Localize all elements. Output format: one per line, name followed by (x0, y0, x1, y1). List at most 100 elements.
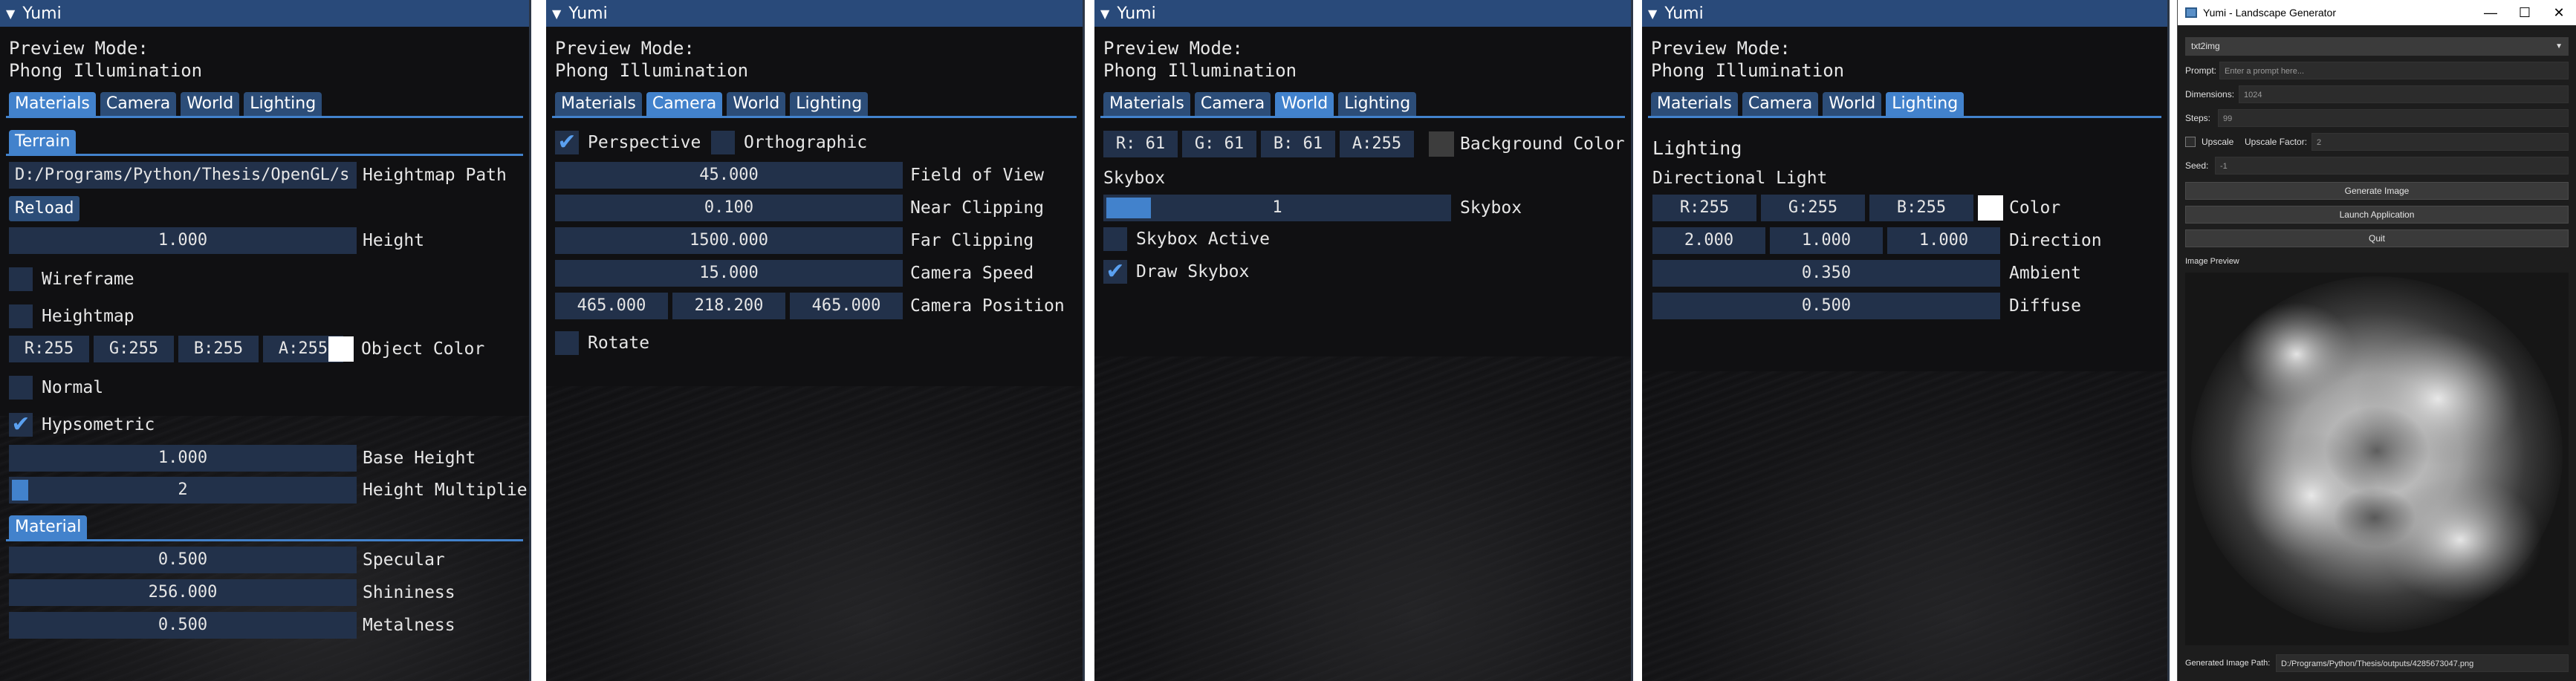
tab-world[interactable]: World (1275, 92, 1334, 116)
camera-speed-label: Camera Speed (910, 264, 1034, 283)
far-clipping-slider[interactable]: 1500.000 (555, 227, 903, 254)
background-color-b[interactable]: B: 61 (1261, 131, 1335, 157)
height-multiplier-grab[interactable] (12, 480, 28, 501)
draw-skybox-label: Draw Skybox (1136, 262, 1250, 281)
tab-world[interactable]: World (181, 92, 240, 116)
normal-checkbox[interactable] (9, 376, 33, 400)
skybox-grab[interactable] (1106, 198, 1151, 218)
tab-terrain[interactable]: Terrain (9, 130, 77, 154)
tab-world[interactable]: World (1823, 92, 1882, 116)
camera-speed-slider[interactable]: 15.000 (555, 260, 903, 287)
close-icon[interactable]: ✕ (2542, 0, 2576, 25)
mode-dropdown[interactable]: txt2img ▼ (2185, 37, 2569, 56)
reload-button[interactable]: Reload (9, 196, 80, 221)
launch-application-button[interactable]: Launch Application (2185, 206, 2569, 224)
background-color-g[interactable]: G: 61 (1182, 131, 1256, 157)
background-color-a[interactable]: A:255 (1340, 131, 1414, 157)
tab-materials[interactable]: Materials (1103, 92, 1190, 116)
tab-camera[interactable]: Camera (100, 92, 177, 116)
draw-skybox-checkbox[interactable]: ✔ (1103, 260, 1127, 284)
specular-slider[interactable]: 0.500 (9, 547, 357, 573)
lighting-panel: ▼ Yumi Preview Mode: Phong Illumination M… (1642, 0, 2170, 681)
ambient-slider[interactable]: 0.350 (1652, 260, 2000, 287)
window-titlebar[interactable]: ▼ Yumi (0, 0, 529, 27)
metalness-slider[interactable]: 0.500 (9, 612, 357, 639)
heightmap-checkbox[interactable] (9, 304, 33, 328)
collapse-triangle-icon[interactable]: ▼ (1648, 7, 1657, 21)
world-panel: ▼ Yumi Preview Mode: Phong Illumination M… (1094, 0, 1633, 681)
background-color-swatch[interactable] (1429, 131, 1454, 157)
steps-input[interactable]: 99 (2218, 109, 2569, 127)
skybox-slider[interactable]: 1 (1103, 195, 1451, 221)
collapse-triangle-icon[interactable]: ▼ (6, 7, 15, 21)
window-titlebar[interactable]: ▼ Yumi (546, 0, 1083, 27)
generated-path-input[interactable]: D:/Programs/Python/Thesis/outputs/428567… (2276, 654, 2569, 672)
upscale-label: Upscale (2202, 137, 2234, 147)
tab-lighting[interactable]: Lighting (1338, 92, 1417, 116)
preview-mode-value: Phong Illumination (1103, 60, 1297, 81)
diffuse-slider[interactable]: 0.500 (1652, 293, 2000, 319)
landscape-generator-window: Yumi - Landscape Generator — ☐ ✕ txt2img… (2177, 0, 2576, 681)
camera-position-y[interactable]: 218.200 (672, 293, 785, 319)
near-clipping-slider[interactable]: 0.100 (555, 195, 903, 221)
heightmap-path-input[interactable]: D:/Programs/Python/Thesis/OpenGL/s (9, 162, 357, 189)
generate-image-button[interactable]: Generate Image (2185, 182, 2569, 200)
collapse-triangle-icon[interactable]: ▼ (552, 7, 561, 21)
collapse-triangle-icon[interactable]: ▼ (1100, 7, 1109, 21)
seed-input[interactable]: -1 (2215, 157, 2569, 175)
direction-y[interactable]: 1.000 (1770, 227, 1883, 254)
object-color-g[interactable]: G:255 (94, 336, 174, 362)
far-clipping-label: Far Clipping (910, 231, 1034, 250)
camera-position-x[interactable]: 465.000 (555, 293, 668, 319)
background-color-r[interactable]: R: 61 (1103, 131, 1178, 157)
orthographic-checkbox[interactable] (711, 131, 735, 154)
object-color-label: Object Color (361, 339, 485, 359)
minimize-icon[interactable]: — (2473, 0, 2508, 25)
rotate-checkbox[interactable] (555, 331, 579, 355)
upscale-factor-input[interactable]: 2 (2311, 133, 2569, 151)
dimensions-input[interactable]: 1024 (2239, 85, 2569, 103)
tab-camera[interactable]: Camera (1194, 92, 1271, 116)
light-color-r[interactable]: R:255 (1652, 195, 1756, 221)
light-color-swatch[interactable] (1978, 195, 2003, 221)
tab-material[interactable]: Material (9, 515, 88, 539)
tab-lighting[interactable]: Lighting (244, 92, 322, 116)
ambient-label: Ambient (2009, 264, 2081, 283)
quit-button[interactable]: Quit (2185, 229, 2569, 247)
hypsometric-checkbox[interactable]: ✔ (9, 413, 33, 437)
tab-lighting[interactable]: Lighting (1886, 92, 1965, 116)
object-color-r[interactable]: R:255 (9, 336, 89, 362)
window-titlebar[interactable]: ▼ Yumi (1642, 0, 2167, 27)
mode-selected: txt2img (2191, 41, 2220, 51)
tab-materials[interactable]: Materials (9, 92, 96, 116)
tab-materials[interactable]: Materials (1651, 92, 1738, 116)
object-color-b[interactable]: B:255 (178, 336, 259, 362)
window-titlebar[interactable]: ▼ Yumi (1094, 0, 1631, 27)
skybox-active-checkbox[interactable] (1103, 227, 1127, 251)
base-height-slider[interactable]: 1.000 (9, 445, 357, 472)
fov-slider[interactable]: 45.000 (555, 162, 903, 189)
light-color-b[interactable]: B:255 (1869, 195, 1973, 221)
height-multiplier-slider[interactable]: 2 (9, 477, 357, 504)
prompt-input[interactable]: Enter a prompt here... (2219, 62, 2569, 79)
tab-bar: Materials Camera World Lighting (1651, 92, 1965, 116)
tab-world[interactable]: World (727, 92, 786, 116)
tab-camera[interactable]: Camera (1742, 92, 1819, 116)
shininess-slider[interactable]: 256.000 (9, 579, 357, 606)
perspective-checkbox[interactable]: ✔ (555, 131, 579, 154)
camera-position-z[interactable]: 465.000 (790, 293, 903, 319)
upscale-checkbox[interactable] (2185, 137, 2196, 147)
wireframe-checkbox[interactable] (9, 267, 33, 291)
terrain-background (546, 386, 1083, 681)
object-color-swatch[interactable] (328, 336, 354, 362)
window-titlebar[interactable]: Yumi - Landscape Generator — ☐ ✕ (2178, 0, 2576, 25)
tab-lighting[interactable]: Lighting (790, 92, 869, 116)
direction-x[interactable]: 2.000 (1652, 227, 1765, 254)
height-slider[interactable]: 1.000 (9, 227, 357, 254)
direction-z[interactable]: 1.000 (1887, 227, 2000, 254)
tab-camera[interactable]: Camera (646, 92, 723, 116)
preview-mode-value: Phong Illumination (9, 60, 203, 81)
maximize-icon[interactable]: ☐ (2508, 0, 2542, 25)
tab-materials[interactable]: Materials (555, 92, 642, 116)
light-color-g[interactable]: G:255 (1761, 195, 1865, 221)
